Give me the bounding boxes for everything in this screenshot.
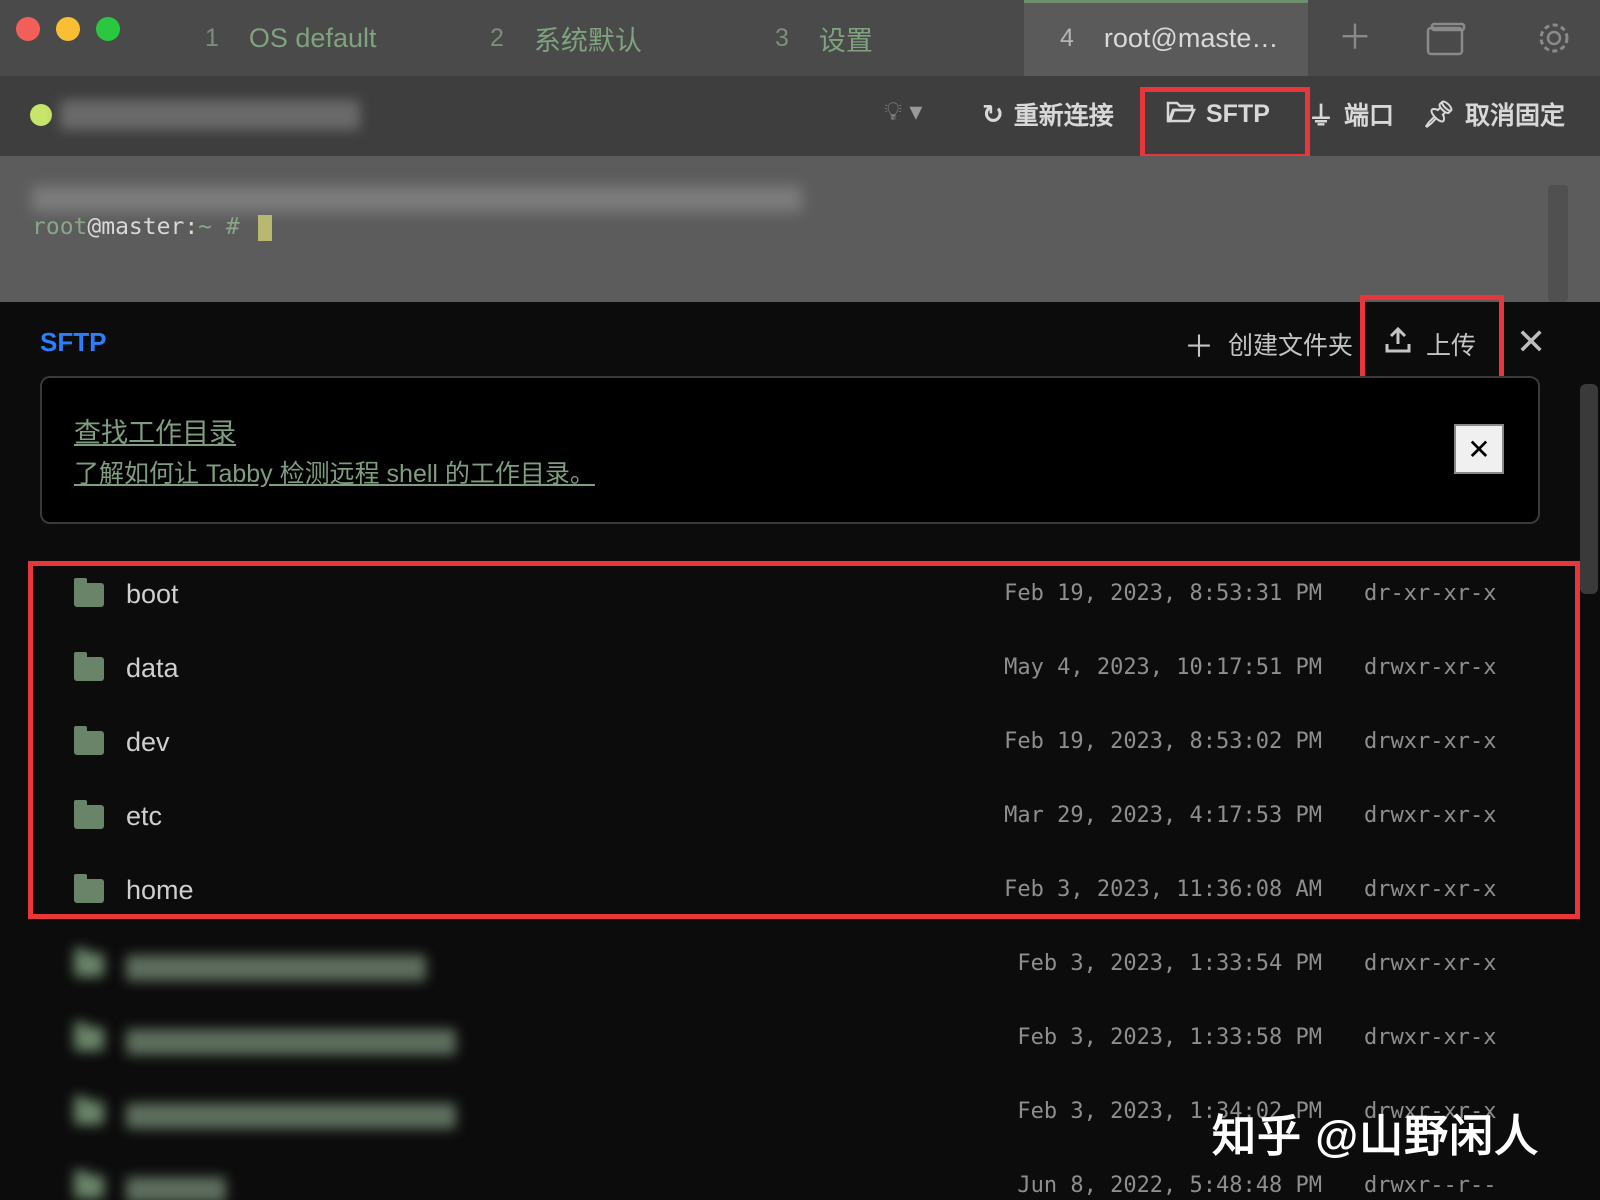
- close-window-button[interactable]: [16, 17, 40, 41]
- file-name: home: [126, 875, 194, 905]
- file-row[interactable]: Feb 3, 2023, 1:33:58 PM drwxr-xr-x: [40, 1005, 1540, 1079]
- folder-icon: [74, 652, 104, 681]
- reconnect-button[interactable]: ↻ 重新连接: [982, 94, 1114, 134]
- host-address-redacted: [60, 100, 360, 130]
- tab-number: 2: [490, 23, 504, 52]
- tab-number: 4: [1060, 23, 1074, 52]
- minimize-window-button[interactable]: [56, 17, 80, 41]
- tab-label: 系统默认: [533, 25, 642, 56]
- file-row[interactable]: boot Feb 19, 2023, 8:53:31 PM dr-xr-xr-x: [40, 561, 1540, 635]
- zoom-window-button[interactable]: [96, 17, 120, 41]
- terminal-prompt: root@master:~ #: [32, 214, 272, 241]
- file-row[interactable]: Feb 3, 2023, 1:33:54 PM drwxr-xr-x: [40, 931, 1540, 1005]
- file-permissions: drwxr--r--: [1364, 1173, 1497, 1198]
- sftp-button[interactable]: SFTP: [1166, 94, 1270, 134]
- window-icon[interactable]: [1426, 22, 1466, 65]
- connection-status-dot: [30, 104, 52, 126]
- file-name: boot: [126, 579, 179, 609]
- file-name-redacted: [126, 1103, 456, 1129]
- file-row[interactable]: etc Mar 29, 2023, 4:17:53 PM drwxr-xr-x: [40, 783, 1540, 857]
- tab-label: 设置: [818, 25, 873, 56]
- tab-system-default[interactable]: 2 系统默认: [490, 0, 750, 76]
- tab-label: OS default: [248, 22, 377, 53]
- ports-button[interactable]: ⏚ 端口: [1308, 94, 1394, 134]
- tab-number: 1: [205, 23, 219, 52]
- plus-icon[interactable]: ＋: [1338, 18, 1372, 58]
- file-modified-date: May 4, 2023, 10:17:51 PM: [1004, 655, 1322, 680]
- file-modified-date: Feb 3, 2023, 1:33:54 PM: [1017, 951, 1322, 976]
- upload-icon: [1384, 326, 1412, 362]
- file-name: dev: [126, 727, 170, 757]
- file-modified-date: Mar 29, 2023, 4:17:53 PM: [1004, 803, 1322, 828]
- tab-os-default[interactable]: 1 OS default: [205, 0, 465, 76]
- folder-icon: [74, 578, 104, 607]
- lightbulb-icon[interactable]: 💡︎ ▾: [884, 96, 922, 128]
- file-modified-date: Feb 19, 2023, 8:53:31 PM: [1004, 581, 1322, 606]
- notice-help-link[interactable]: 了解如何让 Tabby 检测远程 shell 的工作目录。: [74, 454, 595, 490]
- file-permissions: drwxr-xr-x: [1364, 655, 1497, 680]
- file-modified-date: Jun 8, 2022, 5:48:48 PM: [1017, 1173, 1322, 1198]
- refresh-icon: ↻: [982, 98, 1004, 129]
- terminal-line-redacted: [32, 186, 802, 212]
- file-permissions: drwxr-xr-x: [1364, 1025, 1497, 1050]
- folder-icon: [74, 1170, 104, 1199]
- create-folder-button[interactable]: ＋ 创建文件夹: [1184, 324, 1353, 364]
- terminal-cursor: [257, 214, 272, 241]
- folder-icon: [74, 948, 104, 977]
- file-permissions: drwxr-xr-x: [1364, 877, 1497, 902]
- tab-settings[interactable]: 3 设置: [775, 0, 1005, 76]
- file-row[interactable]: data May 4, 2023, 10:17:51 PM drwxr-xr-x: [40, 635, 1540, 709]
- tab-root-master[interactable]: 4 root@maste…: [1024, 0, 1308, 76]
- notice-close-button[interactable]: ✕: [1454, 424, 1504, 474]
- folder-icon: [74, 1022, 104, 1051]
- file-permissions: drwxr-xr-x: [1364, 803, 1497, 828]
- sftp-panel-title: SFTP: [40, 327, 107, 357]
- folder-icon: [74, 800, 104, 829]
- file-name: etc: [126, 801, 163, 831]
- file-permissions: dr-xr-xr-x: [1364, 581, 1497, 606]
- folder-icon: [74, 726, 104, 755]
- file-name-redacted: [126, 1029, 456, 1055]
- tab-number: 3: [775, 23, 789, 52]
- file-name: data: [126, 653, 179, 683]
- file-modified-date: Feb 3, 2023, 1:33:58 PM: [1017, 1025, 1322, 1050]
- file-row[interactable]: dev Feb 19, 2023, 8:53:02 PM drwxr-xr-x: [40, 709, 1540, 783]
- terminal-scrollbar[interactable]: [1548, 185, 1568, 302]
- file-modified-date: Feb 3, 2023, 11:36:08 AM: [1004, 877, 1322, 902]
- file-name-redacted: [126, 955, 426, 981]
- close-sftp-icon[interactable]: ✕: [1516, 322, 1546, 362]
- file-modified-date: Feb 19, 2023, 8:53:02 PM: [1004, 729, 1322, 754]
- file-permissions: drwxr-xr-x: [1364, 729, 1497, 754]
- notice-title[interactable]: 查找工作目录: [74, 411, 236, 450]
- file-permissions: drwxr-xr-x: [1364, 951, 1497, 976]
- watermark: 知乎 @山野闲人: [1212, 1112, 1540, 1161]
- cwd-notice: [40, 376, 1540, 524]
- folder-open-icon: [1166, 99, 1196, 130]
- pin-icon: 📌︎: [1422, 98, 1456, 129]
- folder-icon: [74, 1096, 104, 1125]
- plug-icon: ⏚: [1308, 100, 1335, 131]
- plus-icon: ＋: [1184, 331, 1214, 364]
- unpin-button[interactable]: 📌︎ 取消固定: [1422, 94, 1565, 134]
- file-list-scrollbar[interactable]: [1580, 384, 1598, 594]
- upload-button[interactable]: 上传: [1384, 324, 1476, 364]
- tab-label: root@maste…: [1103, 22, 1279, 53]
- file-row[interactable]: home Feb 3, 2023, 11:36:08 AM drwxr-xr-x: [40, 857, 1540, 931]
- gear-icon[interactable]: [1536, 20, 1572, 65]
- folder-icon: [74, 874, 104, 903]
- file-name-redacted: [126, 1177, 226, 1200]
